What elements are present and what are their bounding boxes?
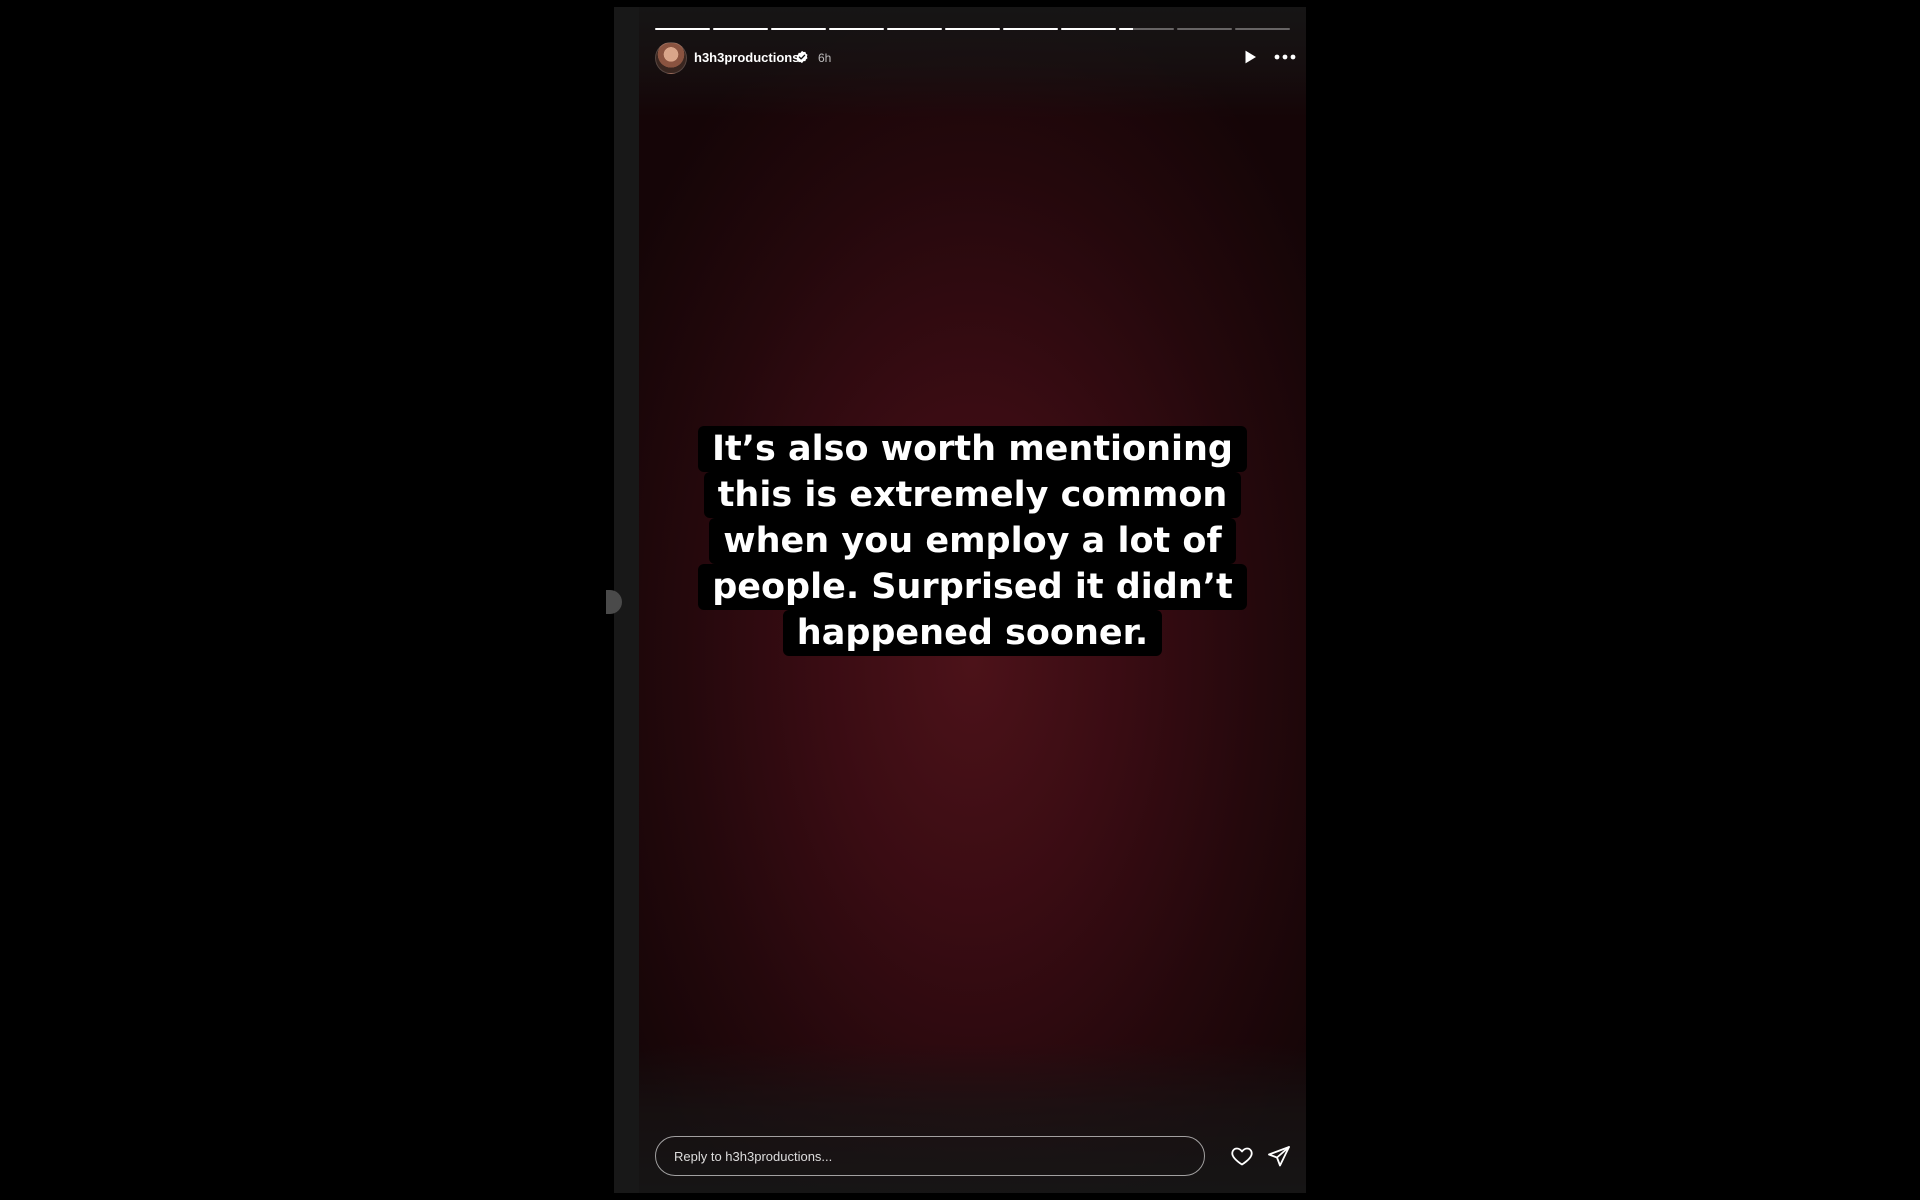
progress-segment-fill <box>887 28 942 30</box>
progress-segment <box>829 28 884 30</box>
caption-line: this is extremely common <box>703 472 1242 518</box>
heart-icon[interactable] <box>1230 1144 1254 1168</box>
story-caption: It’s also worth mentioning this is extrem… <box>639 426 1306 656</box>
progress-segment-fill <box>655 28 710 30</box>
progress-segment-fill <box>771 28 826 30</box>
progress-segment <box>1061 28 1116 30</box>
story-header: h3h3productions 6h <box>655 42 1297 74</box>
progress-segment-fill <box>829 28 884 30</box>
progress-segment <box>1119 28 1174 30</box>
progress-segment-fill <box>945 28 1000 30</box>
progress-segment-fill <box>1061 28 1116 30</box>
progress-segment <box>1235 28 1290 30</box>
post-time: 6h <box>818 51 832 65</box>
progress-segment <box>713 28 768 30</box>
progress-segment-fill <box>1003 28 1058 30</box>
story-progress-bar <box>655 28 1290 31</box>
play-icon[interactable] <box>1241 48 1259 66</box>
progress-segment-fill <box>713 28 768 30</box>
story-frame[interactable]: h3h3productions 6h It’s also worth menti… <box>639 7 1306 1193</box>
reply-input[interactable] <box>655 1136 1205 1176</box>
send-icon[interactable] <box>1267 1144 1291 1168</box>
avatar[interactable] <box>655 42 687 74</box>
progress-segment <box>771 28 826 30</box>
progress-segment <box>1177 28 1232 30</box>
progress-segment <box>655 28 710 30</box>
progress-segment <box>887 28 942 30</box>
caption-line: It’s also worth mentioning <box>697 426 1247 472</box>
story-viewer: h3h3productions 6h It’s also worth menti… <box>606 7 1306 1193</box>
caption-line: when you employ a lot of <box>709 518 1236 564</box>
caption-line: people. Surprised it didn’t <box>698 564 1247 610</box>
username[interactable]: h3h3productions <box>694 50 799 65</box>
caption-line: happened sooner. <box>782 610 1163 656</box>
previous-story-handle[interactable] <box>606 590 622 614</box>
verified-badge-icon <box>796 50 808 64</box>
progress-segment <box>945 28 1000 30</box>
more-options-icon[interactable] <box>1273 48 1297 66</box>
progress-segment <box>1003 28 1058 30</box>
progress-segment-fill <box>1119 28 1133 30</box>
